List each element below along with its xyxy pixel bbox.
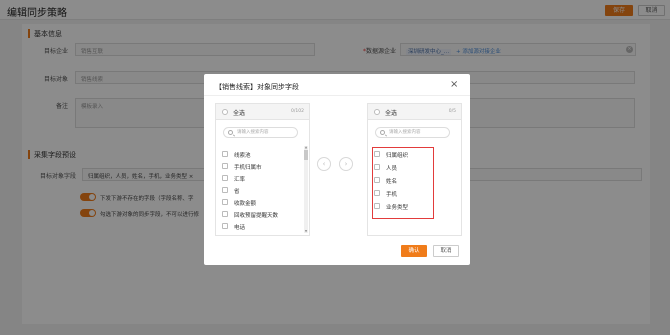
source-scrollbar[interactable]: ▲ ▼ — [304, 146, 308, 233]
item-label: 手机归属市 — [234, 165, 262, 171]
item-checkbox[interactable] — [222, 211, 228, 217]
list-item[interactable]: 手机归属市 — [222, 161, 302, 171]
list-item[interactable]: 电话 — [222, 221, 302, 230]
item-label: 电话 — [234, 225, 246, 230]
move-right-button[interactable]: › — [339, 157, 353, 171]
item-checkbox[interactable] — [222, 187, 228, 193]
scroll-down-icon[interactable]: ▼ — [304, 230, 308, 233]
target-search-placeholder: 请输入搜索内容 — [389, 130, 421, 135]
source-panel-header: 全选 0/102 — [216, 104, 309, 120]
list-item[interactable]: 汇率 — [222, 173, 302, 183]
list-item[interactable]: 收款金额 — [222, 197, 302, 207]
highlight-box — [372, 147, 434, 219]
search-icon — [228, 130, 233, 135]
close-icon[interactable]: × — [450, 79, 458, 90]
target-count: 0/5 — [448, 109, 456, 114]
target-select-all-label: 全选 — [385, 110, 398, 117]
scroll-up-icon[interactable]: ▲ — [304, 146, 308, 149]
source-count: 0/102 — [291, 109, 304, 114]
item-label: 线索池 — [234, 153, 251, 159]
modal-cancel-button[interactable]: 取消 — [433, 245, 459, 257]
item-label: 省 — [234, 189, 240, 195]
source-search-input[interactable]: 请输入搜索内容 — [223, 127, 298, 138]
target-panel-header: 全选 0/5 — [368, 104, 461, 120]
source-search-placeholder: 请输入搜索内容 — [237, 130, 269, 135]
search-icon — [380, 130, 385, 135]
list-item[interactable]: 线索池 — [222, 149, 302, 159]
item-checkbox[interactable] — [222, 163, 228, 169]
modal-divider — [204, 95, 470, 96]
move-left-button[interactable]: ‹ — [317, 157, 331, 171]
item-label: 收款金额 — [234, 201, 257, 207]
item-label: 汇率 — [234, 177, 246, 183]
target-search-input[interactable]: 请输入搜索内容 — [375, 127, 450, 138]
item-checkbox[interactable] — [222, 151, 228, 157]
item-checkbox[interactable] — [222, 223, 228, 229]
item-label: 回收预留提醒天数 — [234, 213, 279, 219]
source-fields-panel: 全选 0/102 请输入搜索内容 线索池 手机归属市 汇率 省 收款金额 回收预… — [215, 103, 310, 236]
modal-title: 【销售线索】对象同步字段 — [215, 83, 299, 91]
target-select-all-checkbox[interactable] — [374, 109, 380, 115]
list-item[interactable]: 省 — [222, 185, 302, 195]
item-checkbox[interactable] — [222, 175, 228, 181]
source-select-all-label: 全选 — [233, 110, 246, 117]
item-checkbox[interactable] — [222, 199, 228, 205]
confirm-button[interactable]: 确认 — [401, 245, 427, 257]
list-item[interactable]: 回收预留提醒天数 — [222, 209, 302, 219]
source-select-all-checkbox[interactable] — [222, 109, 228, 115]
scroll-thumb[interactable] — [304, 150, 308, 160]
